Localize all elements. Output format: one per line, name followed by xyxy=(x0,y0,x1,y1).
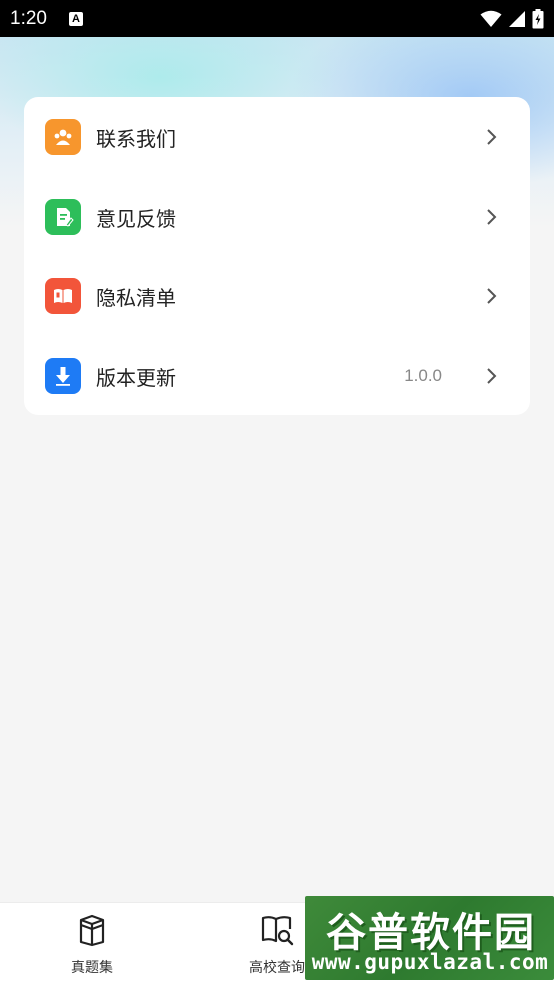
menu-item-contact-us[interactable]: 联系我们 xyxy=(24,102,530,172)
nav-label: 高校查询 xyxy=(249,960,305,976)
status-bar: 1:20 A xyxy=(0,0,554,37)
battery-icon xyxy=(532,8,544,28)
menu-item-privacy-list[interactable]: 隐私清单 xyxy=(24,261,530,331)
chevron-right-icon xyxy=(487,288,497,304)
menu-item-feedback[interactable]: 意见反馈 xyxy=(24,182,530,252)
menu-item-label: 联系我们 xyxy=(96,126,176,151)
feedback-icon xyxy=(45,199,81,235)
privacy-book-icon xyxy=(45,278,81,314)
menu-item-version-update[interactable]: 版本更新 1.0.0 xyxy=(24,341,530,411)
contact-icon xyxy=(45,119,81,155)
chevron-right-icon xyxy=(487,209,497,225)
nav-tab-question-bank[interactable]: 真题集 xyxy=(22,903,162,984)
download-icon xyxy=(45,358,81,394)
watermark-logo: 谷普软件园 www.gupuxlazal.com xyxy=(305,896,554,980)
nav-label: 真题集 xyxy=(71,960,113,976)
watermark-url: www.gupuxlazal.com xyxy=(311,950,549,974)
box-book-icon xyxy=(79,914,105,947)
status-time: 1:20 xyxy=(10,7,47,29)
settings-card: 联系我们 意见反馈 隐私清单 版本更新 1.0.0 xyxy=(24,97,530,415)
wifi-icon xyxy=(480,10,502,27)
version-number: 1.0.0 xyxy=(404,366,442,385)
chevron-right-icon xyxy=(487,129,497,145)
status-indicators xyxy=(480,8,544,29)
chevron-right-icon xyxy=(487,368,497,384)
menu-item-label: 隐私清单 xyxy=(96,285,176,310)
a-icon: A xyxy=(68,11,83,26)
book-search-icon xyxy=(261,916,294,946)
signal-icon xyxy=(509,10,525,27)
menu-item-label: 版本更新 xyxy=(96,365,176,390)
menu-item-label: 意见反馈 xyxy=(96,206,176,231)
